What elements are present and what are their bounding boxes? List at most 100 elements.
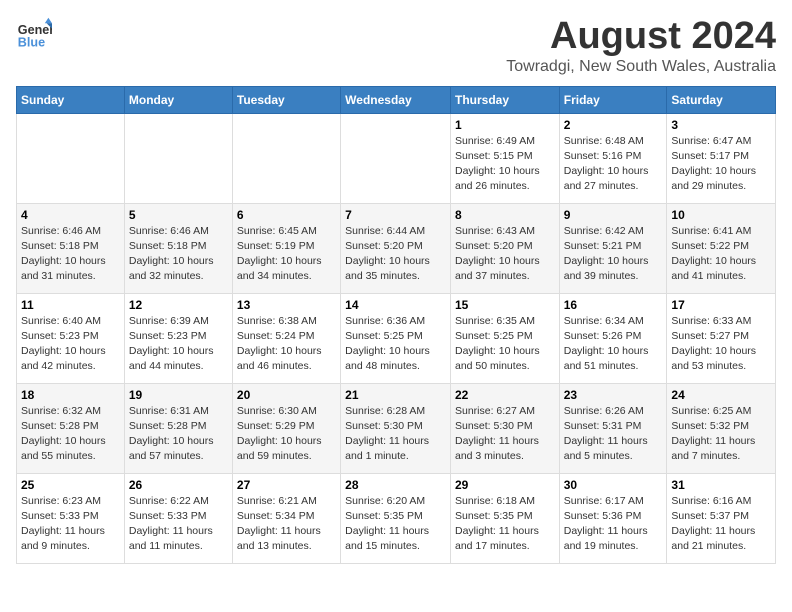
day-cell: 10Sunrise: 6:41 AMSunset: 5:22 PMDayligh… <box>667 203 776 293</box>
day-info: Sunrise: 6:45 AMSunset: 5:19 PMDaylight:… <box>237 224 336 285</box>
weekday-header-tuesday: Tuesday <box>232 86 340 113</box>
day-cell: 5 Sunrise: 6:46 AMSunset: 5:18 PMDaylight… <box>124 203 232 293</box>
day-number: 12 <box>129 298 228 312</box>
day-cell: 19 Sunrise: 6:31 AMSunset: 5:28 PMDayligh… <box>124 383 232 473</box>
day-number: 14 <box>345 298 446 312</box>
day-number: 23 <box>564 388 663 402</box>
day-info: Sunrise: 6:40 AMSunset: 5:23 PMDaylight:… <box>21 314 120 375</box>
day-cell <box>232 113 340 203</box>
day-number: 20 <box>237 388 336 402</box>
day-info: Sunrise: 6:33 AMSunset: 5:27 PMDaylight:… <box>671 314 771 375</box>
day-info: Sunrise: 6:22 AMSunset: 5:33 PMDaylight:… <box>129 494 228 555</box>
day-cell: 7 Sunrise: 6:44 AMSunset: 5:20 PMDaylight… <box>341 203 451 293</box>
day-cell: 23 Sunrise: 6:26 AMSunset: 5:31 PMDayligh… <box>559 383 667 473</box>
weekday-header-thursday: Thursday <box>450 86 559 113</box>
location-subtitle: Towradgi, New South Wales, Australia <box>506 58 776 76</box>
day-number: 6 <box>237 208 336 222</box>
day-number: 22 <box>455 388 555 402</box>
weekday-header-saturday: Saturday <box>667 86 776 113</box>
day-cell: 30 Sunrise: 6:17 AMSunset: 5:36 PMDayligh… <box>559 473 667 563</box>
day-number: 7 <box>345 208 446 222</box>
weekday-header-sunday: Sunday <box>17 86 125 113</box>
day-number: 26 <box>129 478 228 492</box>
day-number: 17 <box>671 298 771 312</box>
day-info: Sunrise: 6:39 AMSunset: 5:23 PMDaylight:… <box>129 314 228 375</box>
day-cell: 27 Sunrise: 6:21 AMSunset: 5:34 PMDayligh… <box>232 473 340 563</box>
day-cell: 1 Sunrise: 6:49 AMSunset: 5:15 PMDaylight… <box>450 113 559 203</box>
day-cell: 2Sunrise: 6:48 AMSunset: 5:16 PMDaylight… <box>559 113 667 203</box>
day-number: 19 <box>129 388 228 402</box>
svg-text:Blue: Blue <box>18 36 45 50</box>
day-cell <box>341 113 451 203</box>
day-cell: 28Sunrise: 6:20 AMSunset: 5:35 PMDayligh… <box>341 473 451 563</box>
day-info: Sunrise: 6:43 AMSunset: 5:20 PMDaylight:… <box>455 224 555 285</box>
title-section: August 2024 Towradgi, New South Wales, A… <box>506 16 776 76</box>
day-info: Sunrise: 6:47 AMSunset: 5:17 PMDaylight:… <box>671 134 771 195</box>
day-cell <box>124 113 232 203</box>
day-cell: 12 Sunrise: 6:39 AMSunset: 5:23 PMDayligh… <box>124 293 232 383</box>
day-info: Sunrise: 6:18 AMSunset: 5:35 PMDaylight:… <box>455 494 555 555</box>
day-number: 2 <box>564 118 663 132</box>
day-number: 29 <box>455 478 555 492</box>
day-info: Sunrise: 6:21 AMSunset: 5:34 PMDaylight:… <box>237 494 336 555</box>
day-info: Sunrise: 6:16 AMSunset: 5:37 PMDaylight:… <box>671 494 771 555</box>
day-info: Sunrise: 6:30 AMSunset: 5:29 PMDaylight:… <box>237 404 336 465</box>
day-info: Sunrise: 6:41 AMSunset: 5:22 PMDaylight:… <box>671 224 771 285</box>
day-number: 3 <box>671 118 771 132</box>
day-number: 21 <box>345 388 446 402</box>
day-cell <box>17 113 125 203</box>
week-row-1: 1 Sunrise: 6:49 AMSunset: 5:15 PMDaylight… <box>17 113 776 203</box>
week-row-2: 4 Sunrise: 6:46 AMSunset: 5:18 PMDaylight… <box>17 203 776 293</box>
day-number: 11 <box>21 298 120 312</box>
day-number: 16 <box>564 298 663 312</box>
day-cell: 15Sunrise: 6:35 AMSunset: 5:25 PMDayligh… <box>450 293 559 383</box>
day-cell: 26 Sunrise: 6:22 AMSunset: 5:33 PMDayligh… <box>124 473 232 563</box>
day-cell: 16Sunrise: 6:34 AMSunset: 5:26 PMDayligh… <box>559 293 667 383</box>
calendar-table: SundayMondayTuesdayWednesdayThursdayFrid… <box>16 86 776 564</box>
day-info: Sunrise: 6:49 AMSunset: 5:15 PMDaylight:… <box>455 134 555 195</box>
day-cell: 17 Sunrise: 6:33 AMSunset: 5:27 PMDayligh… <box>667 293 776 383</box>
day-cell: 24 Sunrise: 6:25 AMSunset: 5:32 PMDayligh… <box>667 383 776 473</box>
day-cell: 31Sunrise: 6:16 AMSunset: 5:37 PMDayligh… <box>667 473 776 563</box>
day-cell: 4 Sunrise: 6:46 AMSunset: 5:18 PMDaylight… <box>17 203 125 293</box>
day-info: Sunrise: 6:44 AMSunset: 5:20 PMDaylight:… <box>345 224 446 285</box>
day-cell: 18 Sunrise: 6:32 AMSunset: 5:28 PMDayligh… <box>17 383 125 473</box>
week-row-3: 11 Sunrise: 6:40 AMSunset: 5:23 PMDayligh… <box>17 293 776 383</box>
day-info: Sunrise: 6:46 AMSunset: 5:18 PMDaylight:… <box>129 224 228 285</box>
logo-icon: General Blue <box>16 16 52 52</box>
day-number: 27 <box>237 478 336 492</box>
month-year-title: August 2024 <box>506 16 776 58</box>
day-number: 18 <box>21 388 120 402</box>
day-number: 4 <box>21 208 120 222</box>
day-info: Sunrise: 6:25 AMSunset: 5:32 PMDaylight:… <box>671 404 771 465</box>
day-info: Sunrise: 6:32 AMSunset: 5:28 PMDaylight:… <box>21 404 120 465</box>
day-info: Sunrise: 6:42 AMSunset: 5:21 PMDaylight:… <box>564 224 663 285</box>
day-number: 1 <box>455 118 555 132</box>
day-number: 30 <box>564 478 663 492</box>
day-info: Sunrise: 6:31 AMSunset: 5:28 PMDaylight:… <box>129 404 228 465</box>
day-cell: 6 Sunrise: 6:45 AMSunset: 5:19 PMDaylight… <box>232 203 340 293</box>
day-cell: 21 Sunrise: 6:28 AMSunset: 5:30 PMDayligh… <box>341 383 451 473</box>
day-info: Sunrise: 6:17 AMSunset: 5:36 PMDaylight:… <box>564 494 663 555</box>
day-number: 13 <box>237 298 336 312</box>
page-header: General Blue August 2024 Towradgi, New S… <box>16 16 776 76</box>
week-row-5: 25Sunrise: 6:23 AMSunset: 5:33 PMDayligh… <box>17 473 776 563</box>
day-cell: 11 Sunrise: 6:40 AMSunset: 5:23 PMDayligh… <box>17 293 125 383</box>
day-info: Sunrise: 6:28 AMSunset: 5:30 PMDaylight:… <box>345 404 446 465</box>
day-number: 9 <box>564 208 663 222</box>
day-info: Sunrise: 6:38 AMSunset: 5:24 PMDaylight:… <box>237 314 336 375</box>
weekday-header-friday: Friday <box>559 86 667 113</box>
day-cell: 13 Sunrise: 6:38 AMSunset: 5:24 PMDayligh… <box>232 293 340 383</box>
day-number: 8 <box>455 208 555 222</box>
day-info: Sunrise: 6:46 AMSunset: 5:18 PMDaylight:… <box>21 224 120 285</box>
weekday-header-wednesday: Wednesday <box>341 86 451 113</box>
weekday-header-row: SundayMondayTuesdayWednesdayThursdayFrid… <box>17 86 776 113</box>
day-number: 15 <box>455 298 555 312</box>
day-number: 24 <box>671 388 771 402</box>
logo: General Blue <box>16 16 52 52</box>
weekday-header-monday: Monday <box>124 86 232 113</box>
day-number: 5 <box>129 208 228 222</box>
day-info: Sunrise: 6:26 AMSunset: 5:31 PMDaylight:… <box>564 404 663 465</box>
day-cell: 25Sunrise: 6:23 AMSunset: 5:33 PMDayligh… <box>17 473 125 563</box>
day-info: Sunrise: 6:36 AMSunset: 5:25 PMDaylight:… <box>345 314 446 375</box>
